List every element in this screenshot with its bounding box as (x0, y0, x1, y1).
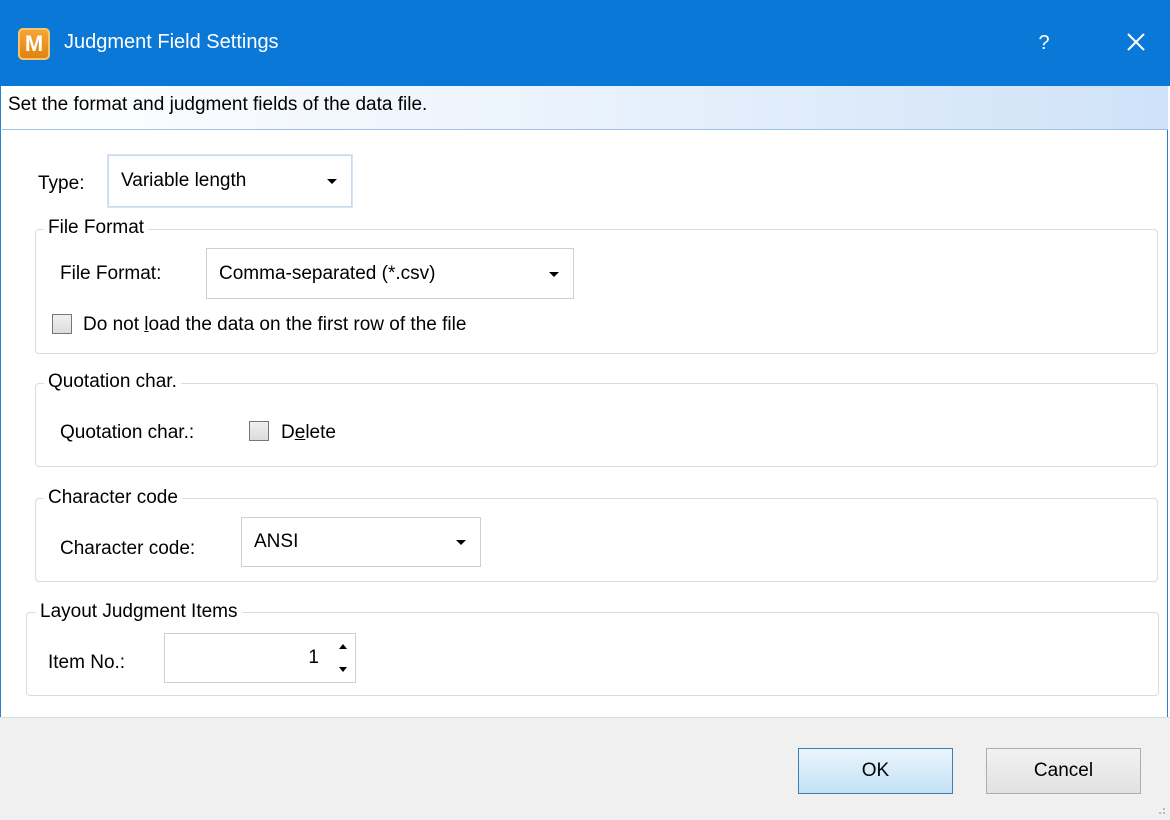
instruction-banner: Set the format and judgment fields of th… (2, 86, 1168, 130)
item-no-label: Item No.: (48, 652, 126, 673)
character-code-select[interactable]: ANSI (241, 517, 481, 567)
delete-label-pre: D (281, 422, 295, 443)
type-select-value: Variable length (121, 170, 247, 191)
cancel-button[interactable]: Cancel (986, 748, 1141, 794)
skip-first-row-label-pre: Do not (83, 314, 145, 335)
chevron-down-icon (327, 179, 337, 184)
chevron-down-icon (549, 271, 559, 277)
file-format-label: File Format: (60, 263, 162, 284)
delete-label-post: lete (305, 422, 336, 443)
type-label: Type: (38, 173, 85, 194)
character-code-label: Character code: (60, 538, 196, 559)
quotation-group (35, 383, 1158, 467)
ok-button[interactable]: OK (798, 748, 953, 794)
instruction-text: Set the format and judgment fields of th… (8, 94, 428, 115)
file-format-legend: File Format (44, 217, 149, 239)
close-button[interactable] (1118, 22, 1154, 62)
delete-accel: e (294, 422, 306, 443)
type-select[interactable]: Variable length (108, 155, 352, 207)
file-format-select[interactable]: Comma-separated (*.csv) (206, 248, 574, 299)
title-bar[interactable]: M Judgment Field Settings ? (0, 0, 1170, 86)
character-code-group (35, 498, 1158, 582)
file-format-select-value: Comma-separated (*.csv) (219, 262, 436, 284)
character-code-legend: Character code (44, 487, 182, 509)
window-title: Judgment Field Settings (64, 31, 279, 53)
quotation-legend: Quotation char. (44, 371, 181, 393)
item-no-value: 1 (308, 647, 319, 668)
skip-first-row-label[interactable]: Do not load the data on the first row of… (83, 314, 466, 336)
item-no-spinbox[interactable]: 1 (164, 633, 356, 683)
resize-grip-icon[interactable] (1156, 805, 1166, 815)
layout-judgment-legend: Layout Judgment Items (36, 601, 242, 623)
delete-quotation-checkbox[interactable] (249, 421, 269, 441)
character-code-select-value: ANSI (254, 531, 299, 552)
chevron-down-icon (456, 540, 466, 545)
help-button[interactable]: ? (1030, 24, 1058, 62)
delete-quotation-label[interactable]: Delete (281, 422, 336, 444)
quotation-label: Quotation char.: (60, 422, 195, 443)
close-icon (1127, 33, 1145, 51)
spin-up-icon[interactable] (339, 644, 347, 649)
app-icon: M (18, 28, 50, 60)
skip-first-row-label-post: oad the data on the first row of the fil… (148, 314, 467, 335)
spin-down-icon[interactable] (339, 667, 347, 672)
skip-first-row-checkbox[interactable] (52, 314, 72, 334)
